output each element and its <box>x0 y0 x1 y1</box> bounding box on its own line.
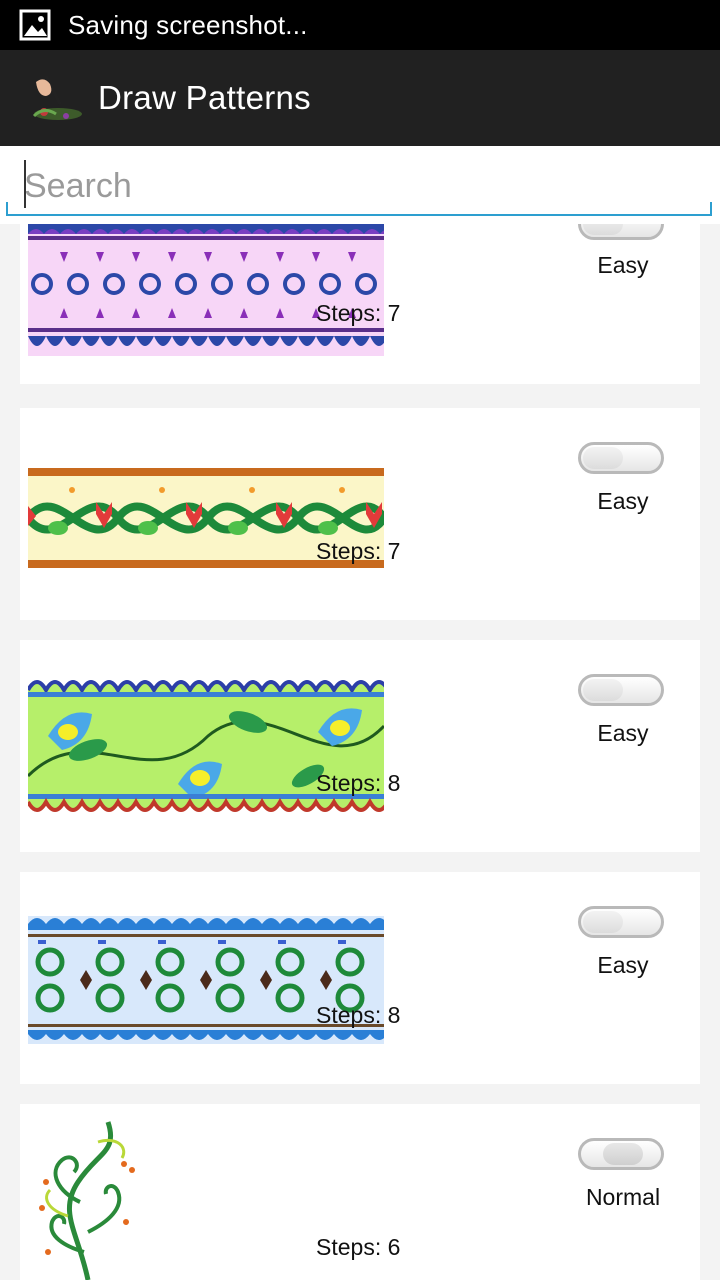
action-bar: Draw Patterns <box>0 50 720 146</box>
steps-label: Steps: 6 <box>316 1234 401 1260</box>
difficulty-label: Easy <box>597 952 649 978</box>
difficulty-label: Easy <box>597 252 649 278</box>
search-bar <box>0 146 720 224</box>
pattern-card[interactable]: Steps: 7 Easy <box>20 408 700 620</box>
difficulty-toggle[interactable] <box>578 906 664 938</box>
steps-label: Steps: 7 <box>316 300 401 326</box>
pattern-thumbnail[interactable] <box>28 224 384 356</box>
search-underline-left <box>6 202 8 216</box>
app-title: Draw Patterns <box>98 79 311 116</box>
pattern-card[interactable]: Steps: 8 Easy <box>20 640 700 852</box>
pattern-thumbnail[interactable] <box>28 676 384 820</box>
difficulty-label: Easy <box>597 488 649 514</box>
pattern-card[interactable]: Steps: 8 Easy <box>20 872 700 1084</box>
difficulty-toggle[interactable] <box>578 224 664 240</box>
status-text: Saving screenshot... <box>68 9 308 40</box>
difficulty-toggle[interactable] <box>578 674 664 706</box>
difficulty-label: Easy <box>597 720 649 746</box>
pattern-card[interactable]: Steps: 7 Easy <box>20 224 700 384</box>
text-cursor <box>24 160 26 208</box>
search-input[interactable] <box>8 158 712 216</box>
status-bar: Saving screenshot... <box>0 0 720 50</box>
pattern-list[interactable]: Steps: 7 Easy Steps: 7 Easy Steps: 8 Eas… <box>0 224 720 1280</box>
difficulty-label: Normal <box>585 1184 661 1210</box>
pattern-thumbnail[interactable] <box>28 1112 148 1280</box>
difficulty-toggle[interactable] <box>578 442 664 474</box>
steps-label: Steps: 8 <box>316 770 401 796</box>
paintbrush-logo-icon[interactable] <box>26 70 86 126</box>
steps-label: Steps: 8 <box>316 1002 401 1028</box>
difficulty-toggle[interactable] <box>578 1138 664 1170</box>
image-icon <box>19 9 51 41</box>
steps-label: Steps: 7 <box>316 538 401 564</box>
pattern-card[interactable]: Steps: 6 Normal <box>20 1104 700 1280</box>
search-underline-right <box>710 202 712 216</box>
